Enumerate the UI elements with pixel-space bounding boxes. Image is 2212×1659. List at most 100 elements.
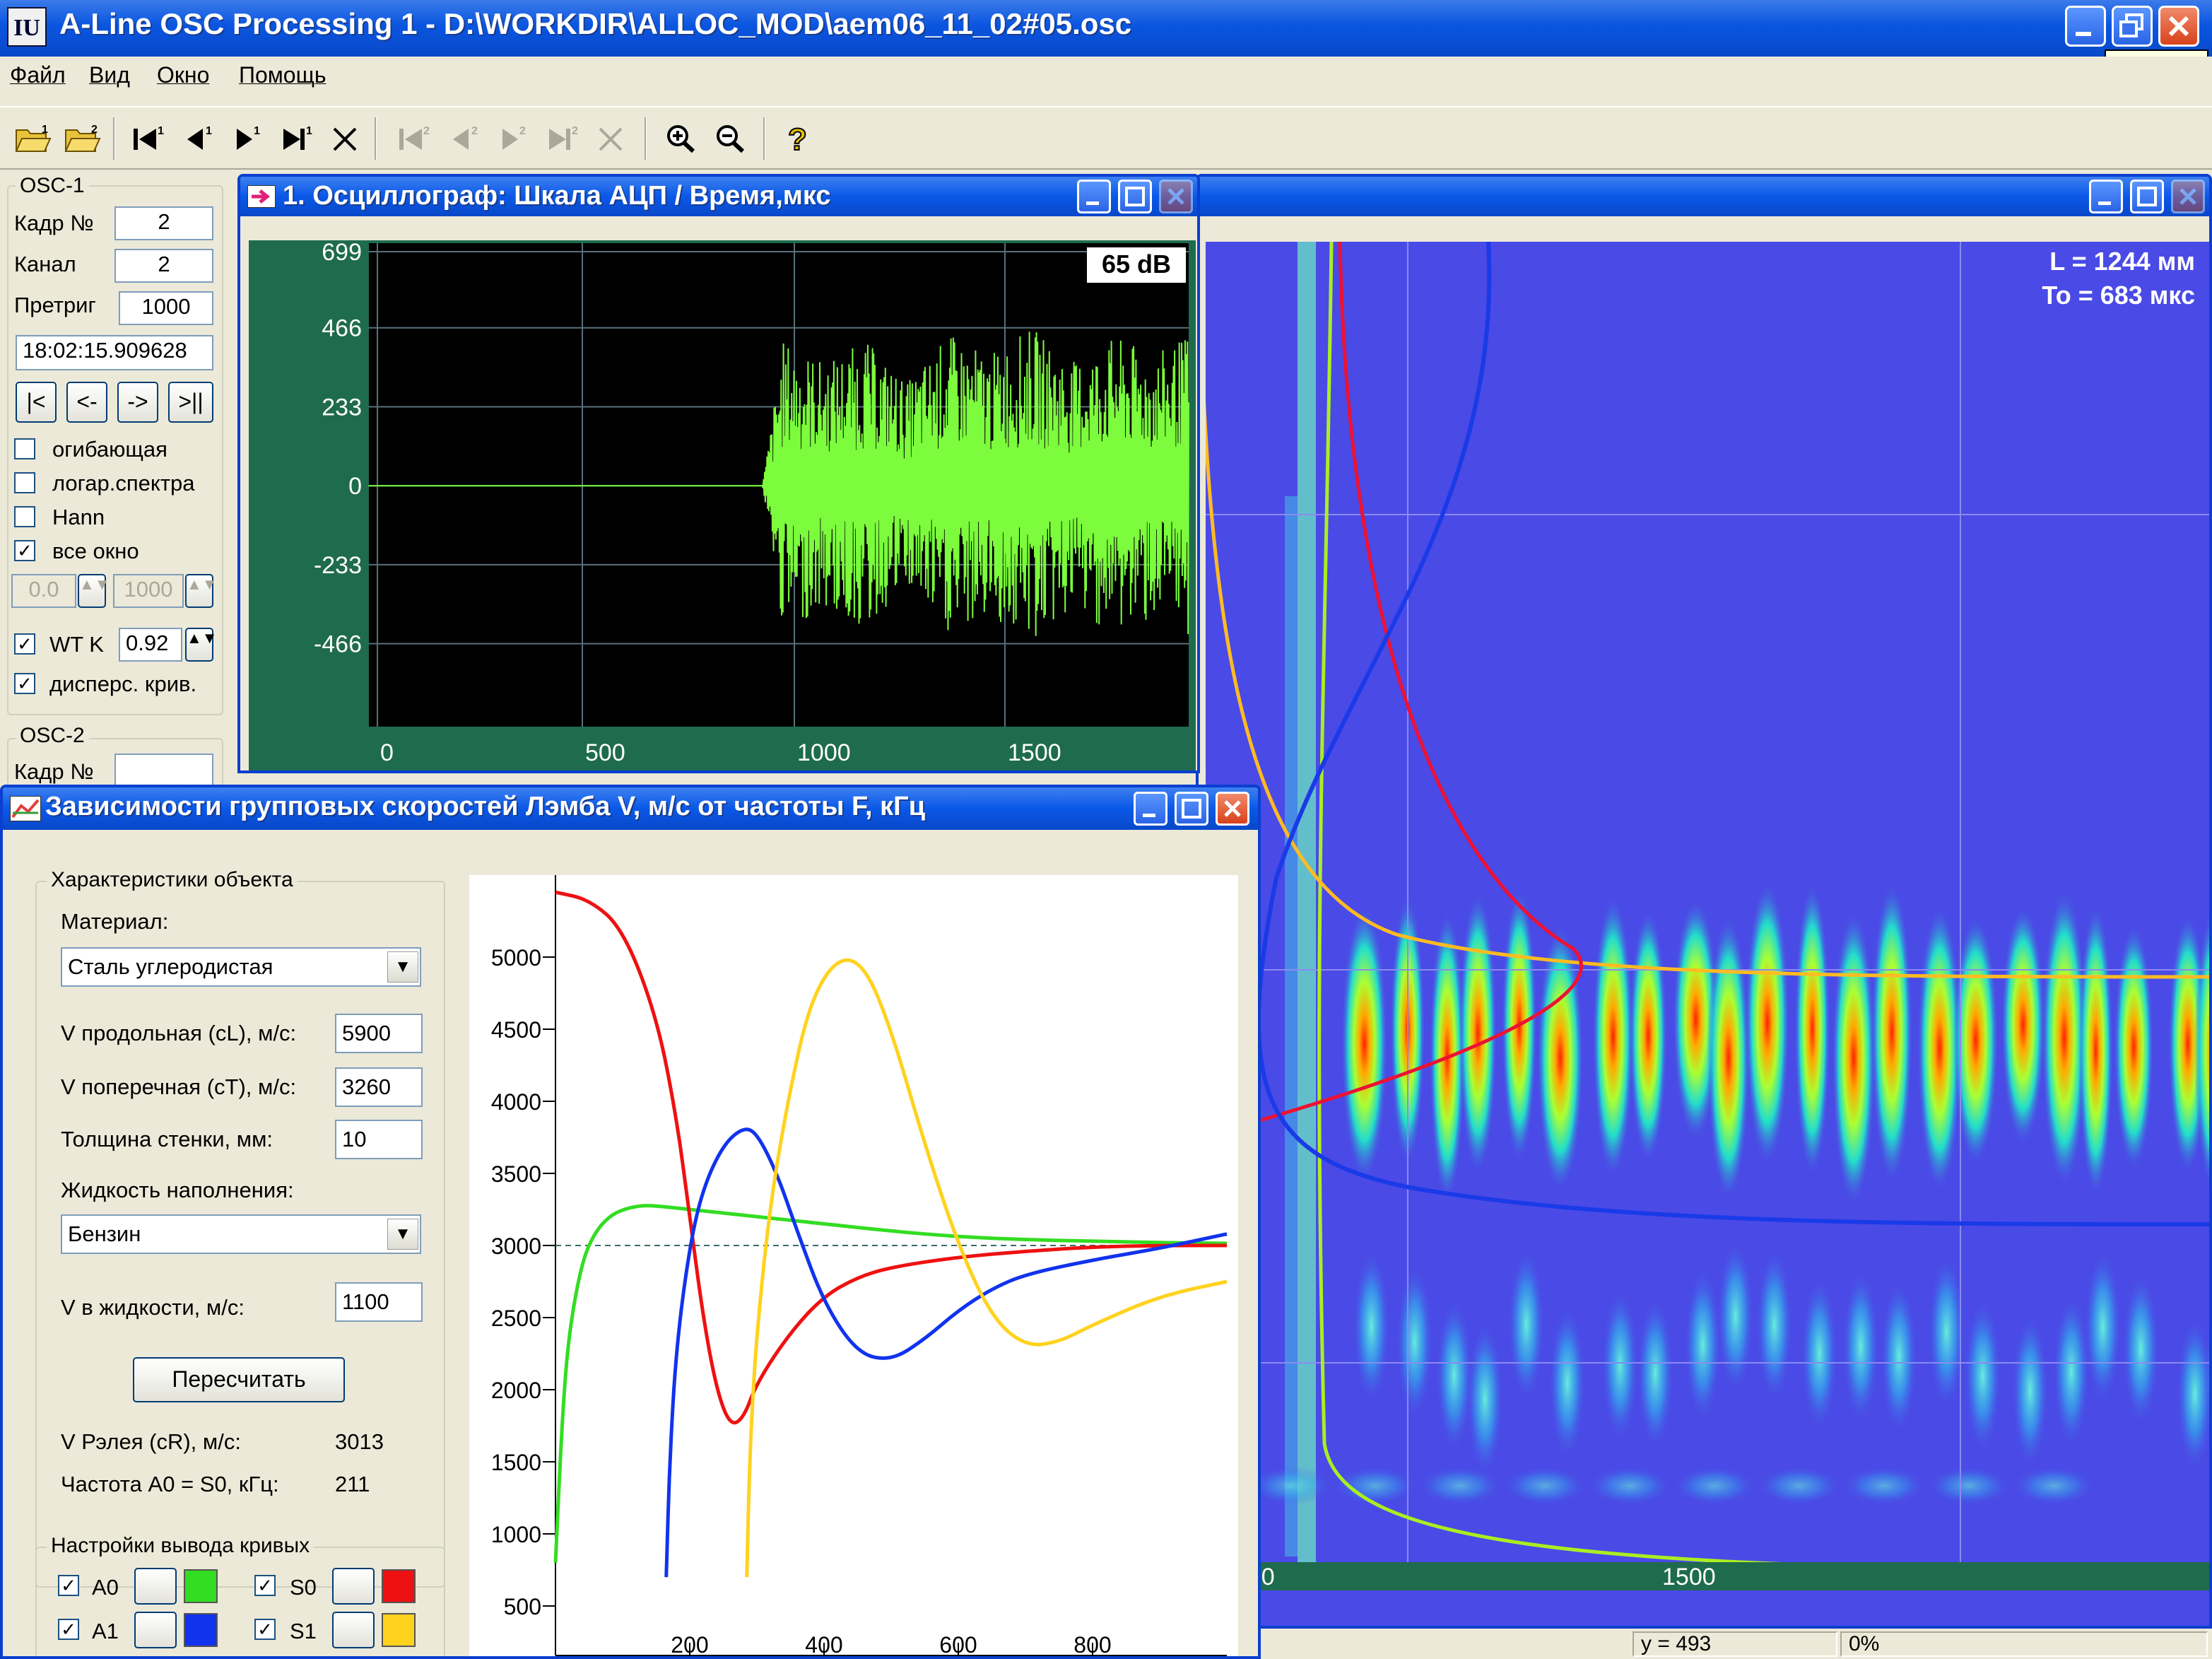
curve-a1-style-button[interactable] (134, 1612, 177, 1648)
menu-help[interactable]: Помощь (239, 62, 326, 88)
close-osc-2-button[interactable] (591, 116, 632, 161)
chevron-down-icon[interactable]: ▼ (387, 1219, 418, 1250)
object-characteristics-title: Характеристики объекта (47, 868, 298, 892)
wavelet-energy-blob (1707, 915, 1750, 1202)
zoom-out-icon (717, 125, 745, 153)
dispersion-checkbox[interactable]: ✓ (14, 673, 35, 694)
wt-field[interactable]: 0.92 (119, 628, 182, 662)
curve-s1-style-button[interactable] (332, 1612, 375, 1648)
curve-a0-style-button[interactable] (134, 1568, 177, 1605)
last-frame-1-button[interactable]: 1 (276, 116, 317, 161)
next-frame-1-button[interactable]: 1 (226, 116, 267, 161)
pretrig-field[interactable]: 1000 (119, 291, 213, 325)
wavelet-maximize-button[interactable] (2130, 180, 2164, 213)
range-to-spinner[interactable]: ▲▼ (185, 574, 218, 608)
dispersion-chart[interactable]: 5000 4500 4000 3500 3000 2500 2000 1500 1000 500 2… (469, 875, 1238, 1659)
first-frame-1-button[interactable]: 1 (127, 116, 168, 161)
osc-minimize-button[interactable] (1077, 180, 1111, 213)
curve-s1-checkbox[interactable]: ✓ (254, 1619, 276, 1640)
zoom-out-button[interactable] (711, 116, 752, 161)
wavelet-energy-blob (1629, 908, 1668, 1164)
curve-a1-color-swatch[interactable] (184, 1613, 218, 1647)
menu-bar: Файл Вид Окно Помощь (0, 57, 2212, 98)
next-frame-2-button[interactable]: 2 (492, 116, 533, 161)
nav-next-button[interactable]: -> (117, 382, 158, 423)
frame-field[interactable]: 2 (114, 206, 213, 240)
material-select[interactable]: Сталь углеродистая ▼ (61, 947, 421, 987)
wt-spinner[interactable]: ▲▼ (185, 628, 218, 662)
minimize-button[interactable] (2065, 6, 2106, 47)
nav-last-button[interactable]: >|| (168, 382, 213, 423)
disp-x-tick-label: 600 (939, 1632, 977, 1658)
dispersion-window: Зависимости групповых скоростей Лэмба V,… (0, 785, 1261, 1659)
wavelet-minimize-button[interactable] (2089, 180, 2123, 213)
close-button[interactable] (2158, 6, 2199, 47)
thickness-field[interactable]: 10 (335, 1120, 423, 1159)
fluid-select[interactable]: Бензин ▼ (61, 1214, 421, 1254)
channel-field[interactable]: 2 (114, 249, 213, 283)
wavelet-close-button[interactable] (2171, 180, 2205, 213)
wavelet-energy-blob (1926, 1466, 2011, 1506)
disp-minimize-button[interactable] (1134, 792, 1167, 826)
curve-a1-checkbox[interactable]: ✓ (58, 1619, 79, 1640)
curve-a0-color-swatch[interactable] (184, 1569, 218, 1603)
osc-maximize-button[interactable] (1118, 180, 1152, 213)
first-frame-2-button[interactable]: 2 (393, 116, 434, 161)
osc-x-tick-label: 0 (380, 739, 394, 766)
app-title: A-Line OSC Processing 1 - D:\WORKDIR\ALL… (59, 7, 1132, 40)
range-to-field[interactable]: 1000 (113, 574, 184, 608)
step-forward-icon: 2 (502, 125, 526, 150)
nav-first-button[interactable]: |< (16, 382, 57, 423)
log-spectrum-checkbox[interactable] (14, 472, 35, 493)
close-icon (599, 127, 623, 151)
whole-window-checkbox[interactable]: ✓ (14, 540, 35, 561)
wt-checkbox[interactable]: ✓ (14, 633, 35, 655)
oscillograph-plot[interactable]: 699 466 233 0 -233 -466 0 500 1000 1500 65 dB (249, 240, 1196, 770)
curve-s0-checkbox[interactable]: ✓ (254, 1575, 276, 1596)
prev-frame-2-button[interactable]: 2 (442, 116, 483, 161)
fluid-speed-field[interactable]: 1100 (335, 1282, 423, 1322)
menu-file[interactable]: Файл (10, 62, 66, 88)
y-readout: y = 493 (1632, 1631, 1837, 1657)
wavelet-energy-blob (1637, 1295, 1674, 1451)
restore-button[interactable] (2112, 6, 2153, 47)
wavelet-energy-blob (1717, 1239, 1754, 1395)
disp-x-tick-label: 400 (805, 1632, 842, 1658)
open-file-2-button[interactable]: 2 (62, 116, 103, 161)
open-file-1-button[interactable]: 1 (13, 116, 54, 161)
disp-y-tick-label: 1500 (491, 1450, 541, 1475)
osc-close-button[interactable] (1159, 180, 1193, 213)
dispersion-label: дисперс. крив. (49, 672, 197, 696)
osc-y-tick-label: 0 (348, 473, 362, 500)
wavelet-energy-blob (1353, 1248, 1390, 1405)
menu-window[interactable]: Окно (157, 62, 209, 88)
curve-a0-label: A0 (92, 1575, 119, 1600)
ct-field[interactable]: 3260 (335, 1067, 423, 1107)
recalculate-button[interactable]: Пересчитать (133, 1357, 345, 1402)
curve-a0-checkbox[interactable]: ✓ (58, 1575, 79, 1596)
curve-s0-color-swatch[interactable] (382, 1569, 416, 1603)
wt-label: WT K (49, 632, 104, 657)
nav-prev-button[interactable]: <- (66, 382, 107, 423)
chevron-down-icon[interactable]: ▼ (387, 951, 418, 983)
osc2-frame-field[interactable] (114, 754, 213, 787)
curve-s0-style-button[interactable] (332, 1568, 375, 1605)
range-from-spinner[interactable]: ▲▼ (78, 574, 110, 608)
curve-s1-color-swatch[interactable] (382, 1613, 416, 1647)
wavelet-plot[interactable]: 10001500 L = 1244 мм To = 683 мкс (1206, 242, 2212, 1629)
close-osc-1-button[interactable] (325, 116, 366, 161)
wavelet-energy-blob (2001, 905, 2045, 1146)
help-button[interactable]: ? (777, 116, 818, 161)
envelope-checkbox[interactable] (14, 438, 35, 459)
last-frame-2-button[interactable]: 2 (541, 116, 582, 161)
range-from-field[interactable]: 0.0 (11, 574, 76, 608)
menu-view[interactable]: Вид (89, 62, 130, 88)
wavelet-energy-blob (1842, 1268, 1879, 1424)
prev-frame-1-button[interactable]: 1 (177, 116, 218, 161)
zoom-in-button[interactable] (661, 116, 702, 161)
disp-close-button[interactable] (1216, 792, 1249, 826)
disp-y-tick-label: 5000 (491, 945, 541, 971)
disp-maximize-button[interactable] (1175, 792, 1208, 826)
cl-field[interactable]: 5900 (335, 1014, 423, 1053)
hann-checkbox[interactable] (14, 506, 35, 527)
